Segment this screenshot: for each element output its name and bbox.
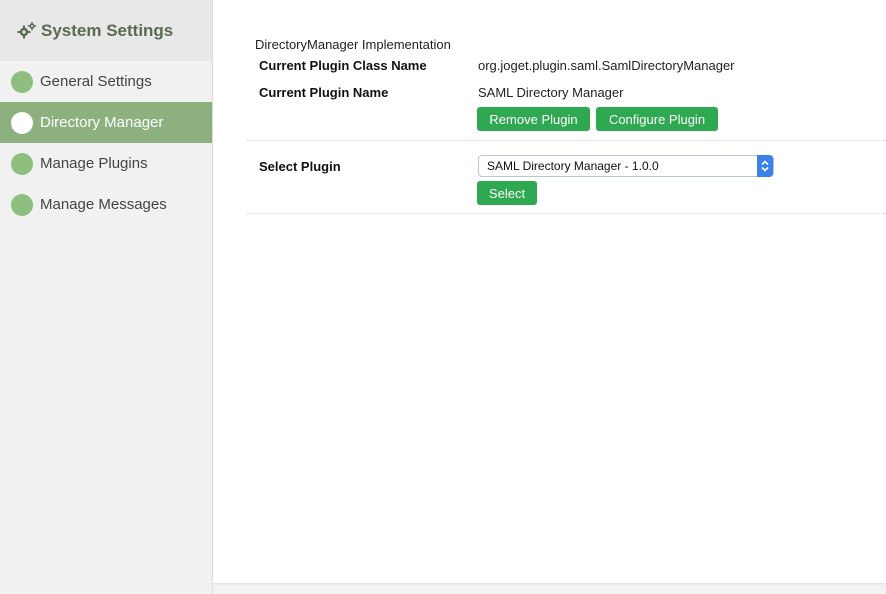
- main-panel: DirectoryManager Implementation Current …: [213, 0, 886, 583]
- select-arrows-icon: [757, 155, 773, 177]
- current-name-value: SAML Directory Manager: [478, 85, 624, 100]
- current-class-label: Current Plugin Class Name: [259, 58, 427, 73]
- circle-icon: [11, 193, 33, 216]
- nav-item-label: Directory Manager: [40, 114, 164, 131]
- sidebar-header: System Settings: [0, 0, 212, 61]
- select-plugin-label: Select Plugin: [259, 159, 341, 174]
- plugin-select-value: SAML Directory Manager - 1.0.0: [487, 159, 659, 173]
- nav-item-directory-manager[interactable]: Directory Manager: [0, 102, 212, 143]
- nav-item-label: Manage Plugins: [40, 155, 148, 172]
- current-class-value: org.joget.plugin.saml.SamlDirectoryManag…: [478, 58, 735, 73]
- divider: [247, 140, 886, 141]
- circle-icon: [11, 70, 33, 93]
- remove-plugin-button[interactable]: Remove Plugin: [477, 107, 590, 131]
- sidebar-title: System Settings: [41, 20, 174, 40]
- circle-icon: [11, 152, 33, 175]
- nav-item-label: Manage Messages: [40, 196, 167, 213]
- divider: [247, 213, 886, 214]
- plugin-select[interactable]: SAML Directory Manager - 1.0.0: [478, 155, 774, 177]
- nav-item-manage-messages[interactable]: Manage Messages: [0, 184, 212, 225]
- current-name-label: Current Plugin Name: [259, 85, 389, 100]
- section-title: DirectoryManager Implementation: [255, 37, 451, 52]
- nav-item-general-settings[interactable]: General Settings: [0, 61, 212, 102]
- configure-plugin-button[interactable]: Configure Plugin: [596, 107, 718, 131]
- nav-item-manage-plugins[interactable]: Manage Plugins: [0, 143, 212, 184]
- sidebar: System Settings General Settings Directo…: [0, 0, 213, 594]
- nav-item-label: General Settings: [40, 73, 152, 90]
- circle-icon: [11, 111, 33, 134]
- gears-icon: [16, 20, 38, 42]
- select-button[interactable]: Select: [477, 181, 537, 205]
